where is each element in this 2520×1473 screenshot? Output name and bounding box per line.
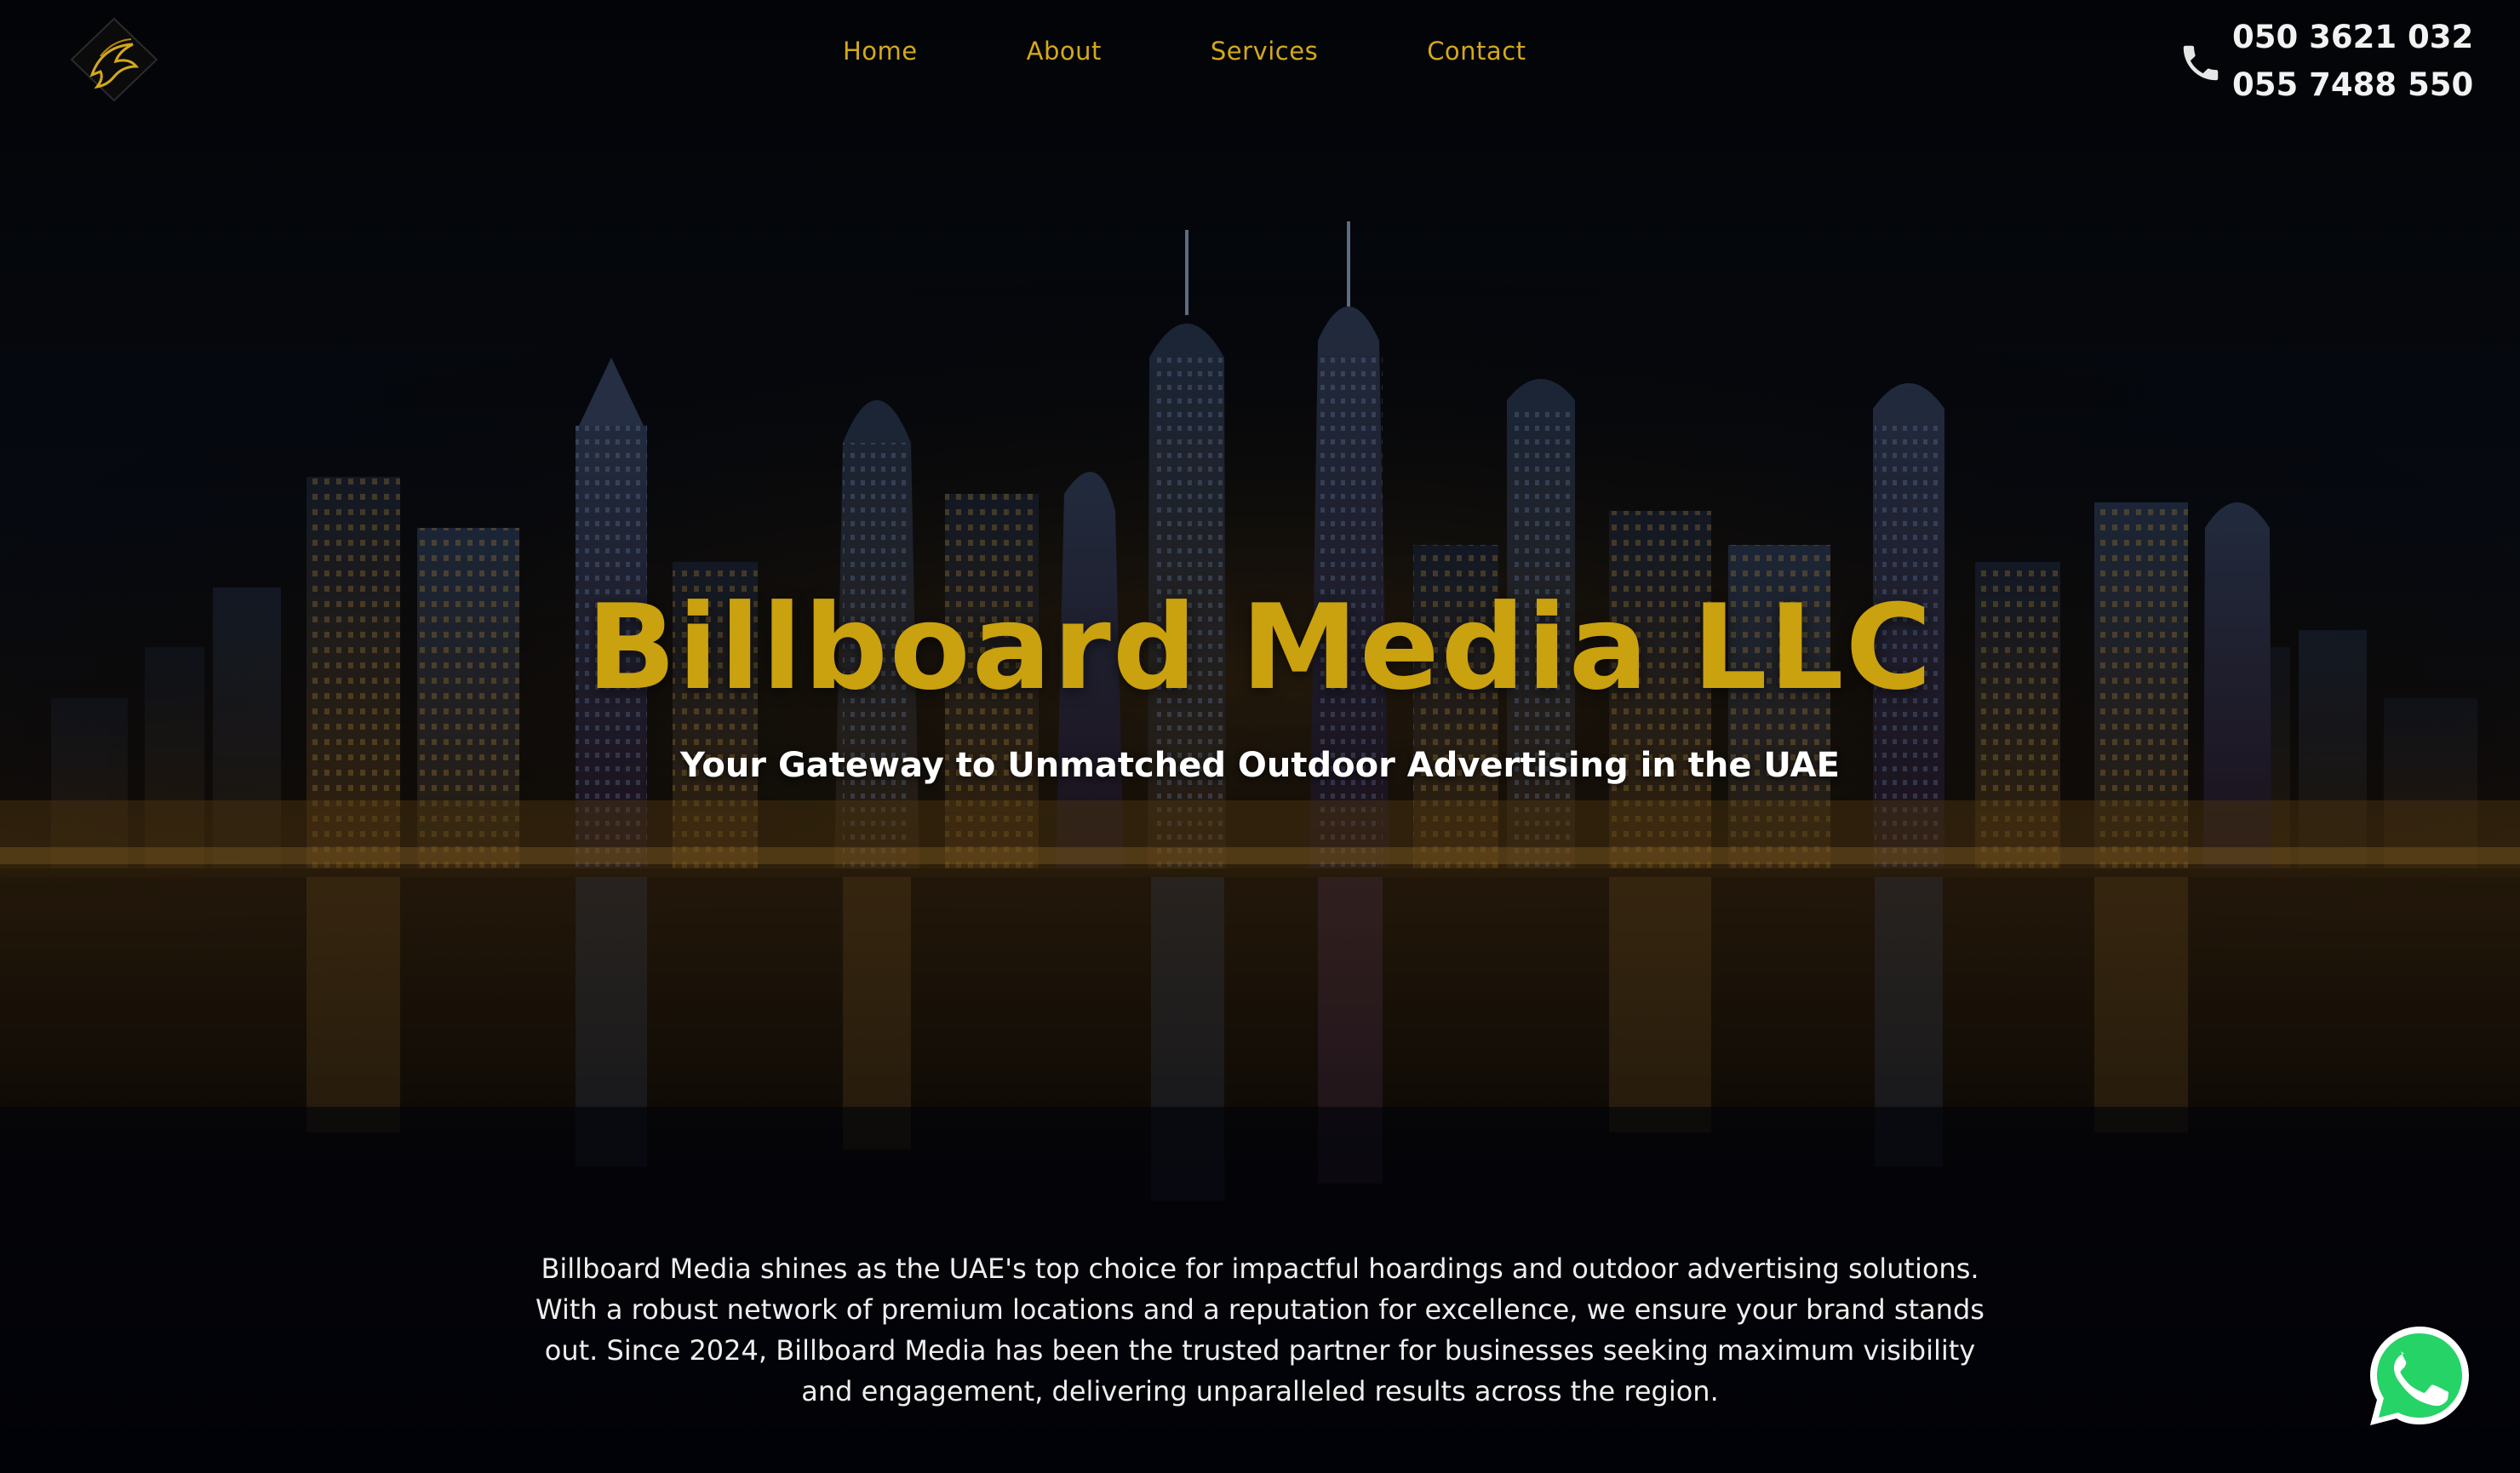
- nav-contact-link[interactable]: Contact: [1427, 37, 1526, 66]
- site-header: Home About Services Contact 050 3621 032…: [0, 0, 2520, 119]
- eagle-diamond-logo-icon: [70, 17, 158, 102]
- main-nav: Home About Services Contact: [843, 32, 1526, 70]
- phone-number-primary[interactable]: 050 3621 032: [2232, 14, 2473, 61]
- hero-subtitle: Your Gateway to Unmatched Outdoor Advert…: [680, 746, 1840, 785]
- hero-title: Billboard Media LLC: [586, 579, 1933, 716]
- phone-number-secondary[interactable]: 055 7488 550: [2232, 61, 2473, 109]
- whatsapp-icon: [2370, 1327, 2469, 1425]
- nav-services-link[interactable]: Services: [1211, 37, 1318, 66]
- contact-phones: 050 3621 032 055 7488 550: [2178, 14, 2473, 107]
- phone-icon: [2178, 37, 2224, 89]
- phone-numbers-list: 050 3621 032 055 7488 550: [2232, 14, 2473, 109]
- nav-about-link[interactable]: About: [1027, 37, 1102, 66]
- site-logo[interactable]: [66, 15, 162, 104]
- nav-home-link[interactable]: Home: [843, 37, 918, 66]
- about-paragraph: Billboard Media shines as the UAE's top …: [536, 1252, 1984, 1407]
- landing-page: Home About Services Contact 050 3621 032…: [0, 0, 2520, 1473]
- whatsapp-button[interactable]: [2365, 1321, 2474, 1430]
